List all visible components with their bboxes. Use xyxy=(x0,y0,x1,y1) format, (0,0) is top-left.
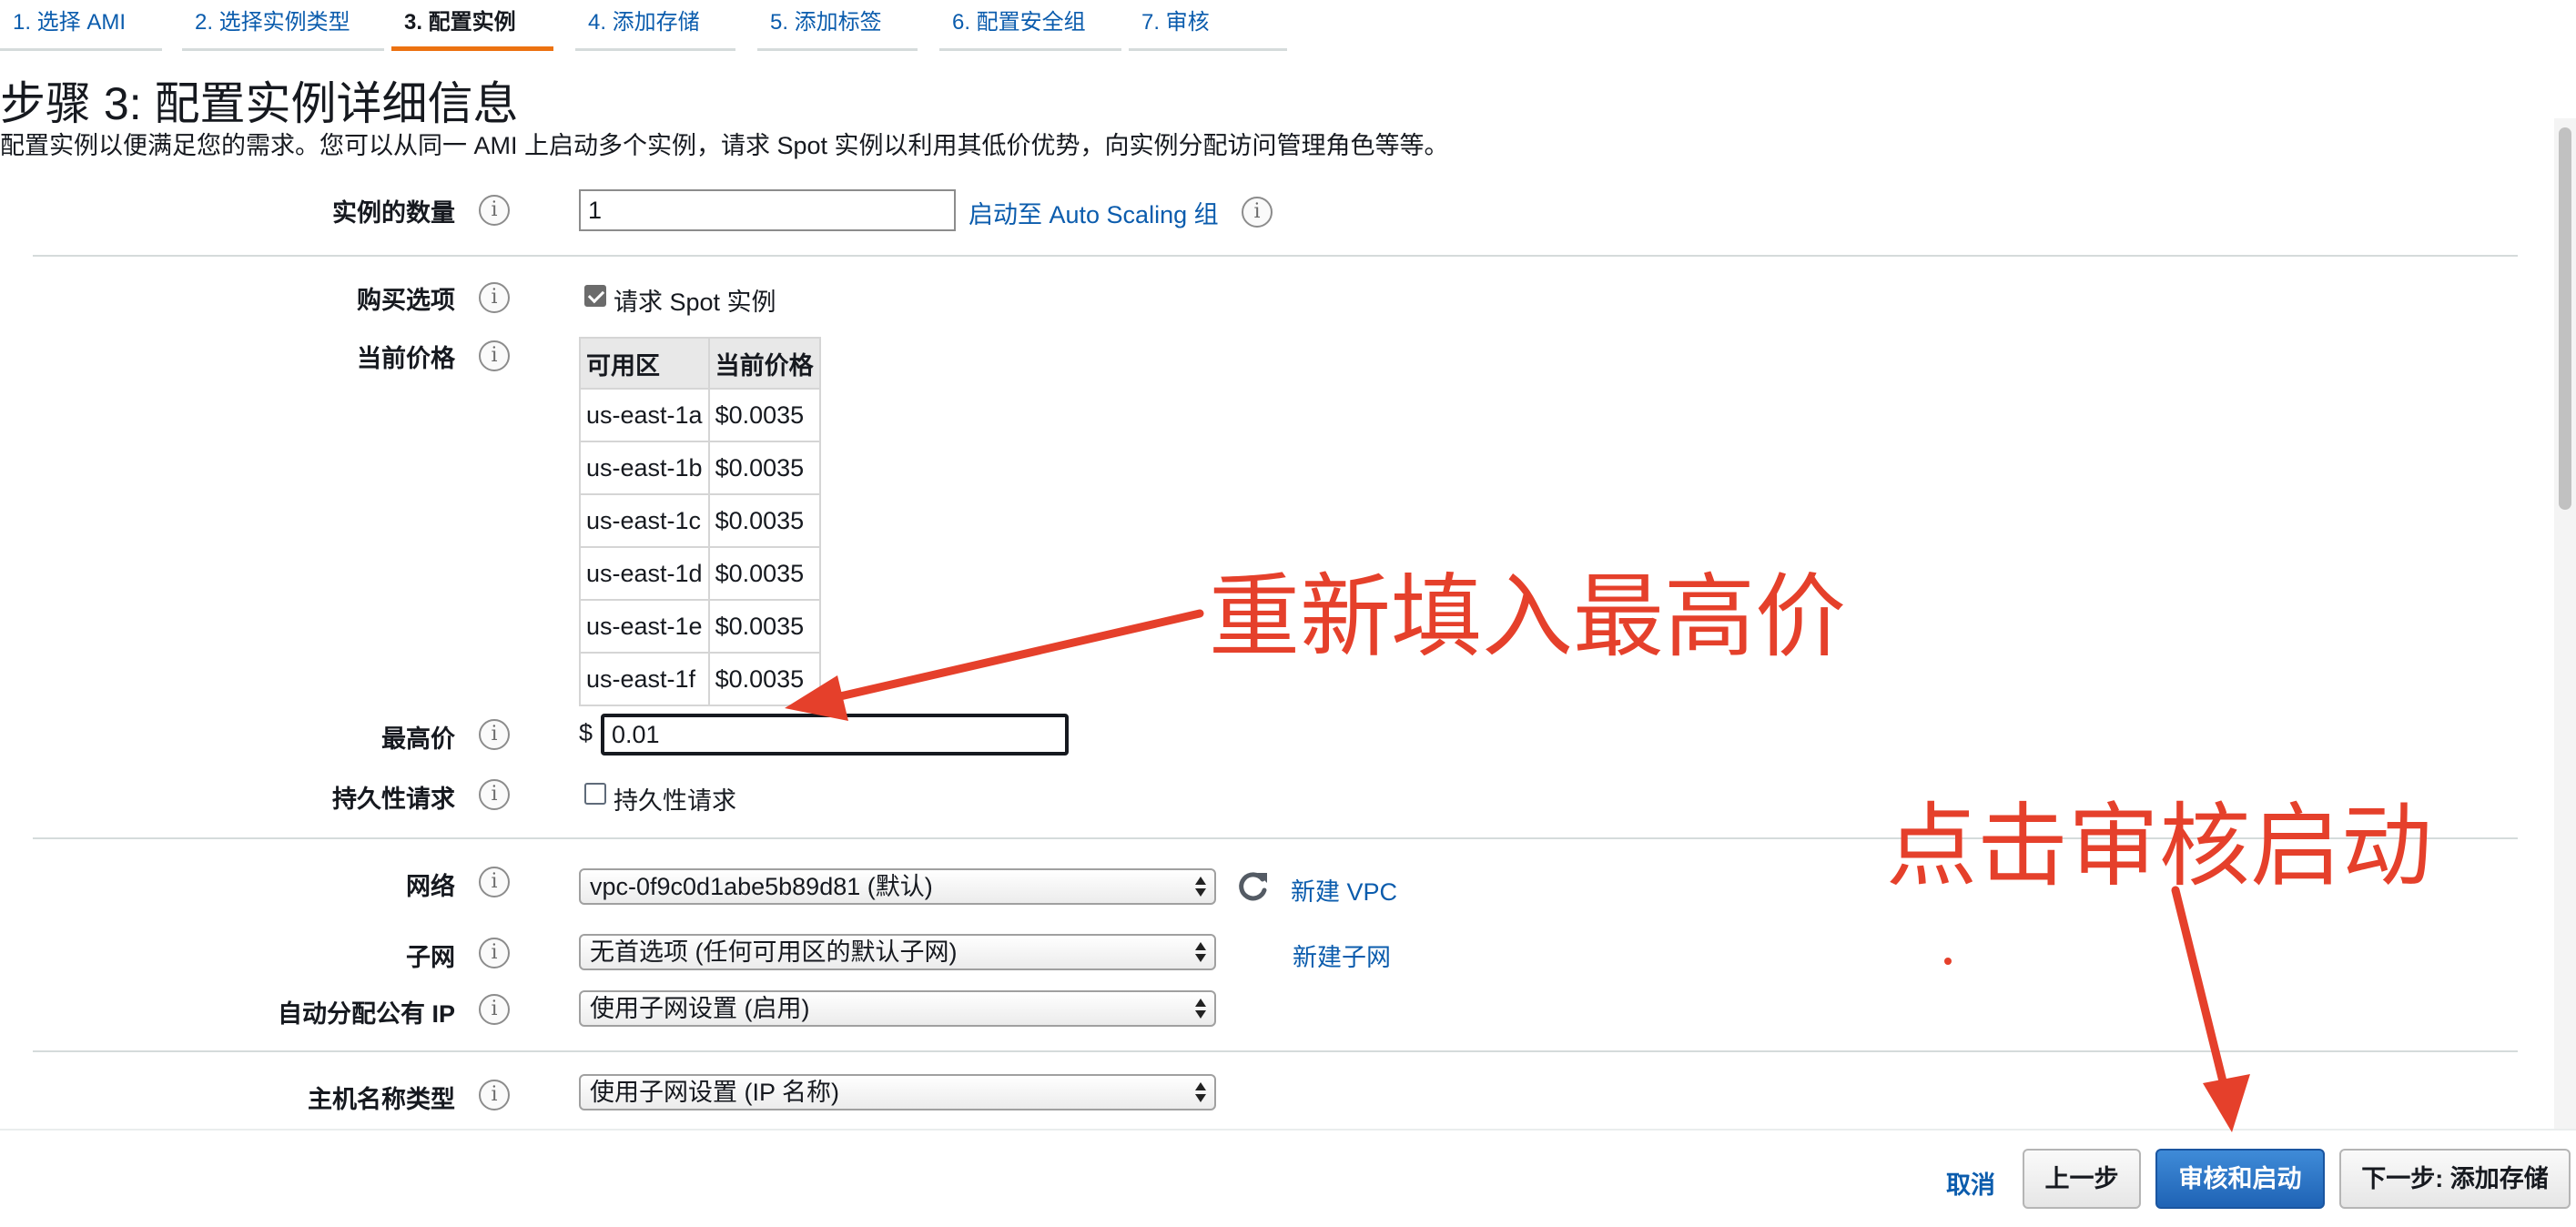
table-cell: us-east-1c xyxy=(579,493,710,548)
network-label: 网络 xyxy=(406,873,455,900)
info-icon[interactable]: i xyxy=(479,938,510,968)
current-price-label: 当前价格 xyxy=(357,345,455,372)
hostname-type-selected-value: 使用子网设置 (IP 名称) xyxy=(590,1079,840,1106)
table-row: us-east-1a $0.0035 xyxy=(579,388,821,442)
table-cell: $0.0035 xyxy=(707,652,821,706)
table-row: us-east-1f $0.0035 xyxy=(579,652,821,706)
subnet-select[interactable]: 无首选项 (任何可用区的默认子网) xyxy=(579,934,1216,970)
section-divider xyxy=(33,255,2518,257)
table-header-row: 可用区 当前价格 xyxy=(579,337,821,390)
public-ip-label: 自动分配公有 IP xyxy=(277,1000,455,1028)
current-price-table: 可用区 当前价格 us-east-1a $0.0035 us-east-1b $0.… xyxy=(579,337,821,706)
table-cell: $0.0035 xyxy=(707,493,821,548)
spot-request-checkbox[interactable] xyxy=(584,285,606,307)
hostname-type-label: 主机名称类型 xyxy=(308,1086,455,1113)
info-icon[interactable]: i xyxy=(479,282,510,313)
table-row: us-east-1b $0.0035 xyxy=(579,441,821,495)
info-icon[interactable]: i xyxy=(479,867,510,897)
info-icon[interactable]: i xyxy=(1242,197,1273,228)
select-caret-icon xyxy=(1194,995,1207,1022)
table-row: us-east-1d $0.0035 xyxy=(579,546,821,601)
new-vpc-link[interactable]: 新建 VPC xyxy=(1291,872,1397,908)
max-price-label: 最高价 xyxy=(381,725,455,753)
info-icon[interactable]: i xyxy=(479,994,510,1025)
review-and-launch-button[interactable]: 审核和启动 xyxy=(2155,1149,2325,1209)
annotation-click-review: 点击审核启动 xyxy=(1886,793,2432,899)
table-header: 当前价格 xyxy=(707,337,821,390)
table-header: 可用区 xyxy=(579,337,710,390)
network-selected-value: vpc-0f9c0d1abe5b89d81 (默认) xyxy=(590,873,933,900)
annotation-dot xyxy=(1944,958,1952,965)
table-cell: $0.0035 xyxy=(707,388,821,442)
previous-button[interactable]: 上一步 xyxy=(2023,1149,2141,1209)
table-cell: us-east-1b xyxy=(579,441,710,495)
tab-add-tags[interactable]: 5. 添加标签 xyxy=(757,0,918,51)
table-row: us-east-1c $0.0035 xyxy=(579,493,821,548)
instance-count-input[interactable] xyxy=(579,189,956,231)
table-cell: $0.0035 xyxy=(707,546,821,601)
max-price-input[interactable] xyxy=(601,714,1069,755)
currency-symbol: $ xyxy=(579,719,593,746)
refresh-icon[interactable] xyxy=(1234,868,1271,905)
table-cell: us-east-1e xyxy=(579,599,710,654)
page-subtitle: 配置实例以便满足您的需求。您可以从同一 AMI 上启动多个实例，请求 Spot … xyxy=(0,132,1449,159)
select-caret-icon xyxy=(1194,873,1207,900)
annotation-arrow-to-review-button xyxy=(2171,886,2229,1093)
purchase-option-label: 购买选项 xyxy=(357,287,455,314)
page-title: 步骤 3: 配置实例详细信息 xyxy=(0,78,519,129)
info-icon[interactable]: i xyxy=(479,340,510,371)
select-caret-icon xyxy=(1194,1079,1207,1106)
section-divider xyxy=(33,1050,2518,1052)
tab-configure-security-group[interactable]: 6. 配置安全组 xyxy=(939,0,1121,51)
info-icon[interactable]: i xyxy=(479,719,510,750)
tab-review[interactable]: 7. 审核 xyxy=(1129,0,1287,51)
info-icon[interactable]: i xyxy=(479,195,510,226)
subnet-label: 子网 xyxy=(406,944,455,971)
new-subnet-link[interactable]: 新建子网 xyxy=(1293,938,1391,973)
table-cell: us-east-1d xyxy=(579,546,710,601)
persistent-request-checkbox[interactable] xyxy=(584,783,606,805)
hostname-type-select[interactable]: 使用子网设置 (IP 名称) xyxy=(579,1074,1216,1110)
table-cell: $0.0035 xyxy=(707,441,821,495)
annotation-arrow-to-max-price xyxy=(824,609,1204,704)
tab-add-storage[interactable]: 4. 添加存储 xyxy=(575,0,735,51)
tab-select-instance-type[interactable]: 2. 选择实例类型 xyxy=(182,0,384,51)
table-cell: $0.0035 xyxy=(707,599,821,654)
select-caret-icon xyxy=(1194,938,1207,966)
scrollbar-thumb[interactable] xyxy=(2559,127,2571,510)
spot-request-label: 请求 Spot 实例 xyxy=(614,289,776,316)
table-cell: us-east-1a xyxy=(579,388,710,442)
instance-count-label: 实例的数量 xyxy=(332,199,455,227)
persistent-request-checkbox-label: 持久性请求 xyxy=(614,787,736,815)
public-ip-select[interactable]: 使用子网设置 (启用) xyxy=(579,990,1216,1027)
cancel-link[interactable]: 取消 xyxy=(1946,1165,1995,1201)
tab-configure-instance[interactable]: 3. 配置实例 xyxy=(391,0,553,51)
table-cell: us-east-1f xyxy=(579,652,710,706)
table-row: us-east-1e $0.0035 xyxy=(579,599,821,654)
info-icon[interactable]: i xyxy=(479,1080,510,1110)
annotation-arrowhead xyxy=(2203,1074,2250,1132)
next-add-storage-button[interactable]: 下一步: 添加存储 xyxy=(2339,1149,2571,1209)
annotation-refill-price: 重新填入最高价 xyxy=(1209,563,1846,670)
persistent-request-label: 持久性请求 xyxy=(332,786,455,813)
subnet-selected-value: 无首选项 (任何可用区的默认子网) xyxy=(590,938,958,966)
network-select[interactable]: vpc-0f9c0d1abe5b89d81 (默认) xyxy=(579,868,1216,905)
autoscaling-link[interactable]: 启动至 Auto Scaling 组 xyxy=(969,195,1219,230)
public-ip-selected-value: 使用子网设置 (启用) xyxy=(590,995,810,1022)
tab-select-ami[interactable]: 1. 选择 AMI xyxy=(0,0,162,51)
info-icon[interactable]: i xyxy=(479,779,510,810)
